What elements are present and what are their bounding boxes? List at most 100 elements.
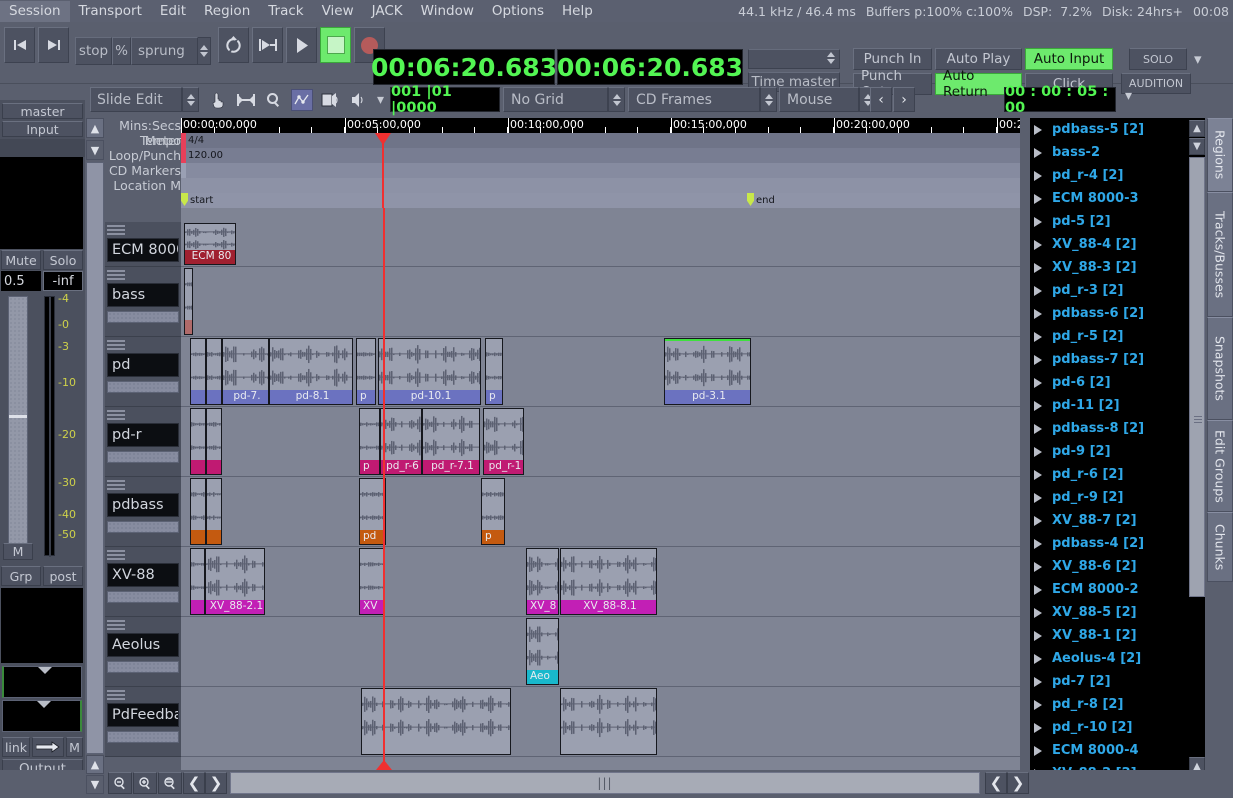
track-name-field[interactable]: bass bbox=[107, 283, 179, 307]
expand-triangle-icon[interactable] bbox=[1034, 194, 1042, 204]
region-list-row[interactable]: pd_r-8 [2] bbox=[1030, 693, 1205, 716]
region-list-row[interactable]: ECM 8000-4 bbox=[1030, 739, 1205, 762]
metering-point-button[interactable]: M bbox=[3, 543, 33, 560]
audition-speaker-icon[interactable] bbox=[319, 89, 341, 111]
play-range-button[interactable] bbox=[252, 27, 283, 63]
nudge-forward-button[interactable]: › bbox=[893, 87, 915, 112]
audio-region[interactable]: p bbox=[359, 408, 380, 475]
track-name-field[interactable]: ECM 8000 bbox=[107, 238, 179, 262]
zoom-magnifier-icon[interactable] bbox=[263, 89, 285, 111]
track-name-field[interactable]: Aeolus bbox=[107, 633, 179, 657]
region-list-row[interactable]: ECM 8000-2 bbox=[1030, 578, 1205, 601]
expand-triangle-icon[interactable] bbox=[1034, 470, 1042, 480]
audio-region[interactable]: Aeo bbox=[526, 618, 559, 685]
side-tab-snapshots[interactable]: Snapshots bbox=[1207, 317, 1233, 420]
ruler-units-spinner[interactable] bbox=[760, 87, 777, 112]
grid-select-spinner[interactable] bbox=[608, 87, 625, 112]
region-list-row[interactable]: pd-5 [2] bbox=[1030, 210, 1205, 233]
region-list-row[interactable]: pdbass-6 [2] bbox=[1030, 302, 1205, 325]
region-list-row[interactable]: XV_88-3 [2] bbox=[1030, 256, 1205, 279]
pan-link-button[interactable]: link bbox=[2, 737, 30, 757]
track-controls-area[interactable] bbox=[107, 521, 179, 533]
audio-region[interactable] bbox=[190, 548, 205, 615]
speed-percent-button[interactable]: % bbox=[112, 37, 131, 65]
audio-region[interactable] bbox=[190, 478, 206, 545]
track-header[interactable]: pdbass bbox=[105, 477, 181, 547]
region-list-row[interactable]: pd-11 [2] bbox=[1030, 394, 1205, 417]
secondary-clock[interactable]: 00:06:20.683 bbox=[557, 49, 743, 85]
region-list-row[interactable]: pd_r-3 [2] bbox=[1030, 279, 1205, 302]
expand-triangle-icon[interactable] bbox=[1034, 217, 1042, 227]
audio-region[interactable]: pd_r-1 bbox=[483, 408, 524, 475]
fader-handle[interactable] bbox=[9, 415, 27, 418]
playhead[interactable] bbox=[383, 208, 385, 770]
solo-button[interactable]: Solo bbox=[43, 250, 83, 270]
audio-region[interactable]: XV_88-8.1 bbox=[560, 548, 657, 615]
track-resize-grip-icon[interactable] bbox=[107, 550, 125, 560]
track-resize-grip-icon[interactable] bbox=[107, 270, 125, 280]
gain-fader[interactable] bbox=[8, 296, 28, 556]
peak-display[interactable]: -inf bbox=[43, 271, 83, 291]
expand-triangle-icon[interactable] bbox=[1034, 585, 1042, 595]
punch-in-button[interactable]: Punch In bbox=[853, 48, 932, 70]
scroll-tracks-up-bottom-button[interactable]: ▲ bbox=[86, 755, 104, 774]
playhead-marker-top[interactable] bbox=[375, 133, 391, 145]
menu-track[interactable]: Track bbox=[259, 1, 312, 22]
region-list-row[interactable]: pd_r-5 [2] bbox=[1030, 325, 1205, 348]
meter-position-button[interactable]: post bbox=[43, 566, 83, 586]
arrow-right-icon[interactable] bbox=[32, 737, 64, 757]
hscroll-right-button[interactable]: ❯ bbox=[1007, 772, 1029, 794]
expand-triangle-icon[interactable] bbox=[1034, 401, 1042, 411]
panner-right[interactable] bbox=[2, 700, 82, 732]
menu-session[interactable]: Session bbox=[0, 1, 70, 22]
audio-region[interactable] bbox=[560, 688, 657, 755]
scroll-left-button[interactable]: ❮ bbox=[183, 772, 205, 794]
menu-view[interactable]: View bbox=[313, 1, 363, 22]
region-list-row[interactable]: XV_88-7 [2] bbox=[1030, 509, 1205, 532]
expand-triangle-icon[interactable] bbox=[1034, 125, 1042, 135]
audio-region[interactable]: p bbox=[485, 338, 503, 405]
expand-triangle-icon[interactable] bbox=[1034, 631, 1042, 641]
track-resize-grip-icon[interactable] bbox=[107, 225, 125, 235]
audio-region[interactable]: pd-7. bbox=[222, 338, 269, 405]
track-controls-area[interactable] bbox=[107, 451, 179, 463]
chevron-down-icon[interactable]: ▾ bbox=[1125, 88, 1132, 104]
audio-region[interactable]: p bbox=[356, 338, 376, 405]
audio-region[interactable]: ECM 80 bbox=[184, 223, 236, 265]
grid-select[interactable]: No Grid bbox=[503, 87, 608, 112]
ruler-units-select[interactable]: CD Frames bbox=[628, 87, 760, 112]
expand-triangle-icon[interactable] bbox=[1034, 539, 1042, 549]
track-controls-area[interactable] bbox=[107, 311, 179, 323]
edit-point-clock[interactable]: 001 |01 |0000 bbox=[390, 87, 500, 112]
track-resize-grip-icon[interactable] bbox=[107, 620, 125, 630]
audio-region[interactable]: pd bbox=[359, 478, 386, 545]
audio-region[interactable]: pd-10.1 bbox=[378, 338, 481, 405]
region-list-row[interactable]: XV_88-6 [2] bbox=[1030, 555, 1205, 578]
track-controls-area[interactable] bbox=[107, 661, 179, 673]
region-list-row[interactable]: Aeolus-4 [2] bbox=[1030, 647, 1205, 670]
regionlist-scrollbar-thumb[interactable] bbox=[1189, 157, 1205, 597]
gain-display[interactable]: 0.5 bbox=[1, 271, 41, 291]
auto-input-button[interactable]: Auto Input bbox=[1025, 48, 1113, 70]
scroll-right-button[interactable]: ❯ bbox=[205, 772, 227, 794]
expand-triangle-icon[interactable] bbox=[1034, 355, 1042, 365]
pan-mute-button[interactable]: M bbox=[66, 737, 83, 757]
track-lane[interactable] bbox=[181, 477, 1020, 547]
side-tab-regions[interactable]: Regions bbox=[1207, 118, 1233, 192]
track-resize-grip-icon[interactable] bbox=[107, 410, 125, 420]
time-master-spinner[interactable] bbox=[748, 49, 840, 69]
audio-region[interactable]: pd_r-7.1 bbox=[422, 408, 480, 475]
menu-edit[interactable]: Edit bbox=[151, 1, 195, 22]
region-list-row[interactable]: pd_r-9 [2] bbox=[1030, 486, 1205, 509]
location-marker-flag[interactable] bbox=[747, 193, 754, 206]
audio-region[interactable]: pd_r-6 bbox=[380, 408, 422, 475]
mute-button[interactable]: Mute bbox=[1, 250, 41, 270]
menu-transport[interactable]: Transport bbox=[70, 1, 151, 22]
nudge-backward-button[interactable]: ‹ bbox=[870, 87, 892, 112]
audio-region[interactable]: pd-3.1 bbox=[664, 338, 751, 405]
transport-mode-spinner[interactable] bbox=[198, 37, 211, 65]
expand-triangle-icon[interactable] bbox=[1034, 746, 1042, 756]
track-resize-grip-icon[interactable] bbox=[107, 340, 125, 350]
expand-triangle-icon[interactable] bbox=[1034, 447, 1042, 457]
audio-region[interactable] bbox=[206, 338, 222, 405]
